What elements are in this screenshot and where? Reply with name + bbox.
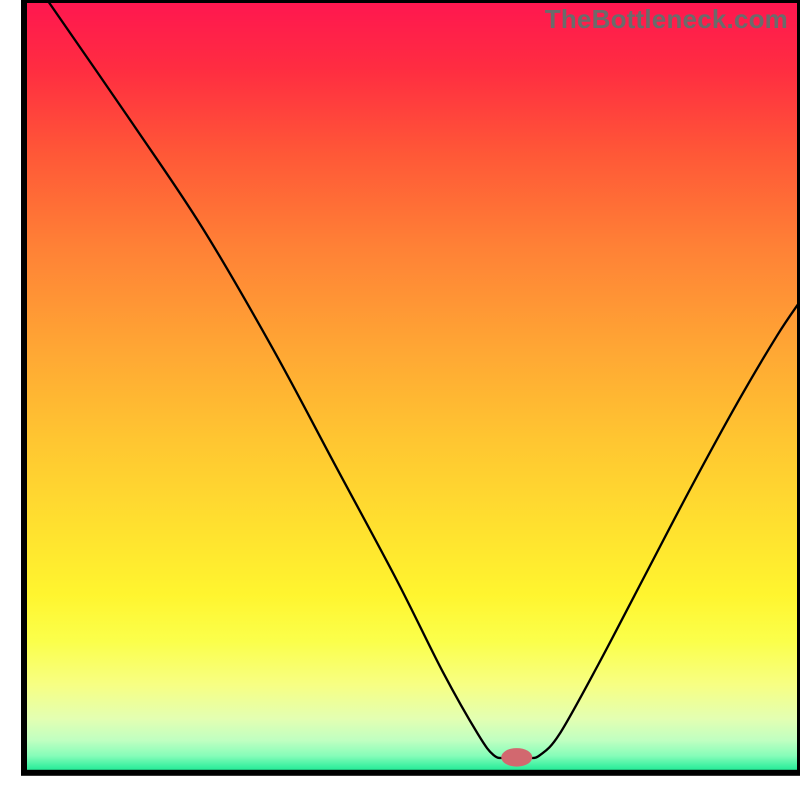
- gradient-background: [24, 0, 800, 773]
- optimal-point-marker: [501, 748, 532, 767]
- bottleneck-chart: [0, 0, 800, 800]
- watermark-text: TheBottleneck.com: [545, 4, 788, 35]
